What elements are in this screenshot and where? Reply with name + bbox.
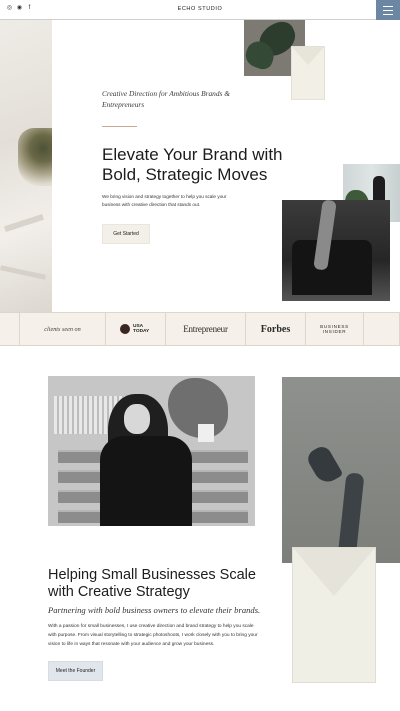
get-started-button[interactable]: Get Started: [102, 224, 150, 244]
meet-the-founder-button[interactable]: Meet the Founder: [48, 661, 103, 681]
entrepreneur-logo: Entrepreneur: [166, 313, 246, 345]
hero-coffee-cup-photo: [0, 20, 52, 312]
usa-today-dot-icon: [120, 324, 130, 334]
site-logo[interactable]: ECHO STUDIO: [0, 6, 400, 12]
fabric-fold: [4, 213, 44, 233]
hero-title: Elevate Your Brand with Bold, Strategic …: [102, 145, 283, 184]
top-navigation-bar: ◎ ◉ f ECHO STUDIO: [0, 0, 400, 20]
accent-divider: [102, 126, 137, 127]
pot-shape: [198, 424, 214, 442]
about-title: Helping Small Businesses Scale with Crea…: [48, 567, 256, 600]
featured-in-strip: clients seen on USA TODAY Entrepreneur F…: [0, 312, 400, 346]
hamburger-menu-icon: [383, 5, 393, 7]
envelope-photo: [291, 46, 325, 100]
envelope-photo: [292, 547, 376, 683]
forbes-logo: Forbes: [246, 313, 306, 345]
strip-spacer: [364, 313, 400, 345]
business-insider-logo: BUSINESS INSIDER: [306, 313, 364, 345]
forbes-text: Forbes: [260, 323, 291, 335]
about-subtitle: Partnering with bold business owners to …: [48, 605, 261, 615]
shadow-hand-photo: [282, 377, 400, 563]
usa-today-mark: USA TODAY: [120, 324, 151, 334]
shadow-shape: [304, 443, 344, 487]
body-shape: [100, 436, 192, 526]
featured-label-cell: clients seen on: [20, 313, 106, 345]
featured-label: clients seen on: [44, 325, 81, 333]
fabric-fold: [0, 265, 47, 280]
skirt-shape: [292, 240, 372, 295]
face-shape: [124, 404, 150, 434]
hero-subheading: Creative Direction for Ambitious Brands …: [102, 89, 231, 109]
hamburger-menu-icon: [383, 9, 393, 11]
hands-photo: [282, 200, 390, 301]
cup-shape: [18, 128, 52, 186]
menu-button[interactable]: [376, 0, 400, 20]
entrepreneur-text: Entrepreneur: [183, 324, 228, 334]
hamburger-menu-icon: [383, 13, 393, 15]
strip-spacer: [0, 313, 20, 345]
hero-description: We bring vision and strategy together to…: [102, 194, 227, 207]
usa-today-text: USA TODAY: [133, 324, 150, 334]
about-description: With a passion for small businesses, I u…: [48, 624, 258, 647]
usa-today-logo: USA TODAY: [106, 313, 166, 345]
business-insider-text: BUSINESS INSIDER: [320, 323, 349, 335]
founder-on-stairs-photo: [48, 376, 255, 526]
